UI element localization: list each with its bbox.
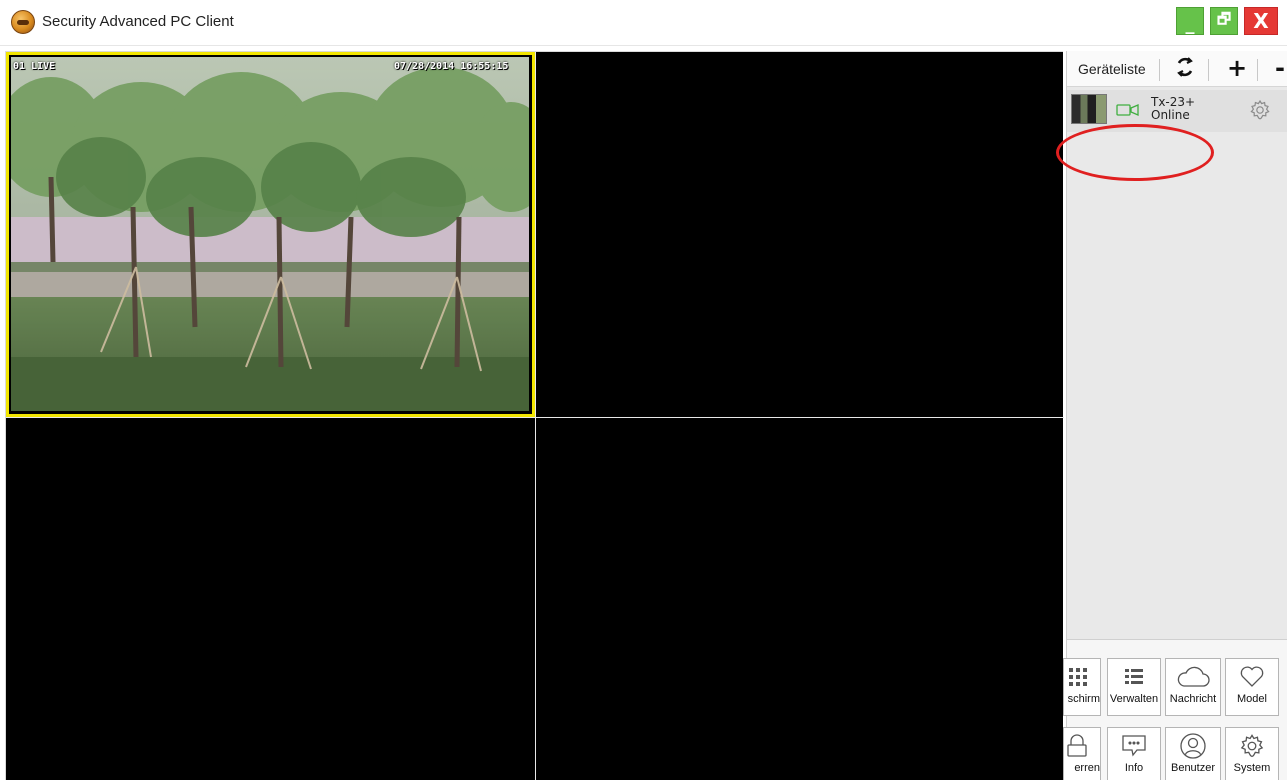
tile-user[interactable]: Benutzer	[1165, 727, 1221, 780]
device-list-item[interactable]: Tx-23+ Online	[1056, 90, 1287, 181]
chat-icon	[1122, 735, 1146, 757]
tile-label: Verwalten	[1109, 693, 1159, 705]
tile-label: System	[1233, 762, 1271, 774]
close-button[interactable]: X	[1244, 7, 1278, 35]
remove-device-icon[interactable]: -	[1275, 56, 1285, 80]
tile-message[interactable]: Nachricht	[1165, 658, 1221, 716]
annotation-circle	[1056, 124, 1214, 181]
grid-divider	[535, 52, 536, 780]
device-thumbnail	[1071, 94, 1107, 124]
channel-osd-timestamp: 07/28/2014 16:55:15	[394, 61, 509, 72]
title-bar: Security Advanced PC Client _ 🗗 X	[0, 0, 1287, 46]
video-channel-1[interactable]: 01 LIVE 07/28/2014 16:55:15	[6, 52, 535, 417]
grid-divider	[6, 417, 1064, 418]
tile-label: Nachricht	[1169, 693, 1217, 705]
device-settings-icon[interactable]	[1249, 99, 1271, 121]
tile-manage[interactable]: Verwalten	[1107, 658, 1161, 716]
tab-device-list[interactable]: Geräteliste	[1078, 61, 1146, 77]
grid-icon	[1069, 668, 1087, 686]
camera-icon	[1116, 104, 1139, 116]
separator	[1208, 59, 1209, 81]
tile-label: Benutzer	[1170, 762, 1216, 774]
video-channel-2[interactable]	[536, 52, 1063, 417]
add-device-icon[interactable]: +	[1227, 56, 1247, 80]
cloud-icon	[1177, 666, 1210, 687]
video-grid: 01 LIVE 07/28/2014 16:55:15	[5, 51, 1064, 780]
device-list-header: Geräteliste + -	[1067, 51, 1287, 87]
tile-screen[interactable]: schirm	[1063, 658, 1101, 716]
tile-label: schirm	[1067, 693, 1100, 705]
restore-button[interactable]: 🗗	[1210, 7, 1238, 35]
channel-osd-label: 01 LIVE	[13, 61, 56, 72]
tile-info[interactable]: Info	[1107, 727, 1161, 780]
tile-label: Model	[1237, 693, 1267, 705]
tile-lock[interactable]: erren	[1063, 727, 1101, 780]
tile-label: Info	[1124, 762, 1144, 774]
lock-icon	[1067, 734, 1087, 757]
refresh-icon[interactable]	[1174, 56, 1196, 83]
video-channel-3[interactable]	[6, 418, 535, 780]
video-channel-4[interactable]	[536, 418, 1063, 780]
tile-model[interactable]: Model	[1225, 658, 1279, 716]
heart-icon	[1240, 666, 1264, 687]
app-logo	[11, 10, 35, 34]
separator	[1257, 59, 1258, 81]
camera-feed-image	[11, 57, 529, 411]
tile-system[interactable]: System	[1225, 727, 1279, 780]
window-title: Security Advanced PC Client	[42, 13, 234, 30]
device-sidebar: Geräteliste + - Tx-23+ Online schirm Ver…	[1056, 51, 1287, 780]
tile-label: erren	[1074, 762, 1100, 774]
separator	[1159, 59, 1160, 81]
function-panel: schirm Verwalten Nachricht Model erren I…	[1063, 639, 1287, 780]
gear-icon	[1240, 734, 1264, 758]
list-icon	[1125, 669, 1143, 684]
minimize-button[interactable]: _	[1176, 7, 1204, 35]
user-icon	[1180, 733, 1206, 759]
device-status: Online	[1151, 108, 1190, 122]
